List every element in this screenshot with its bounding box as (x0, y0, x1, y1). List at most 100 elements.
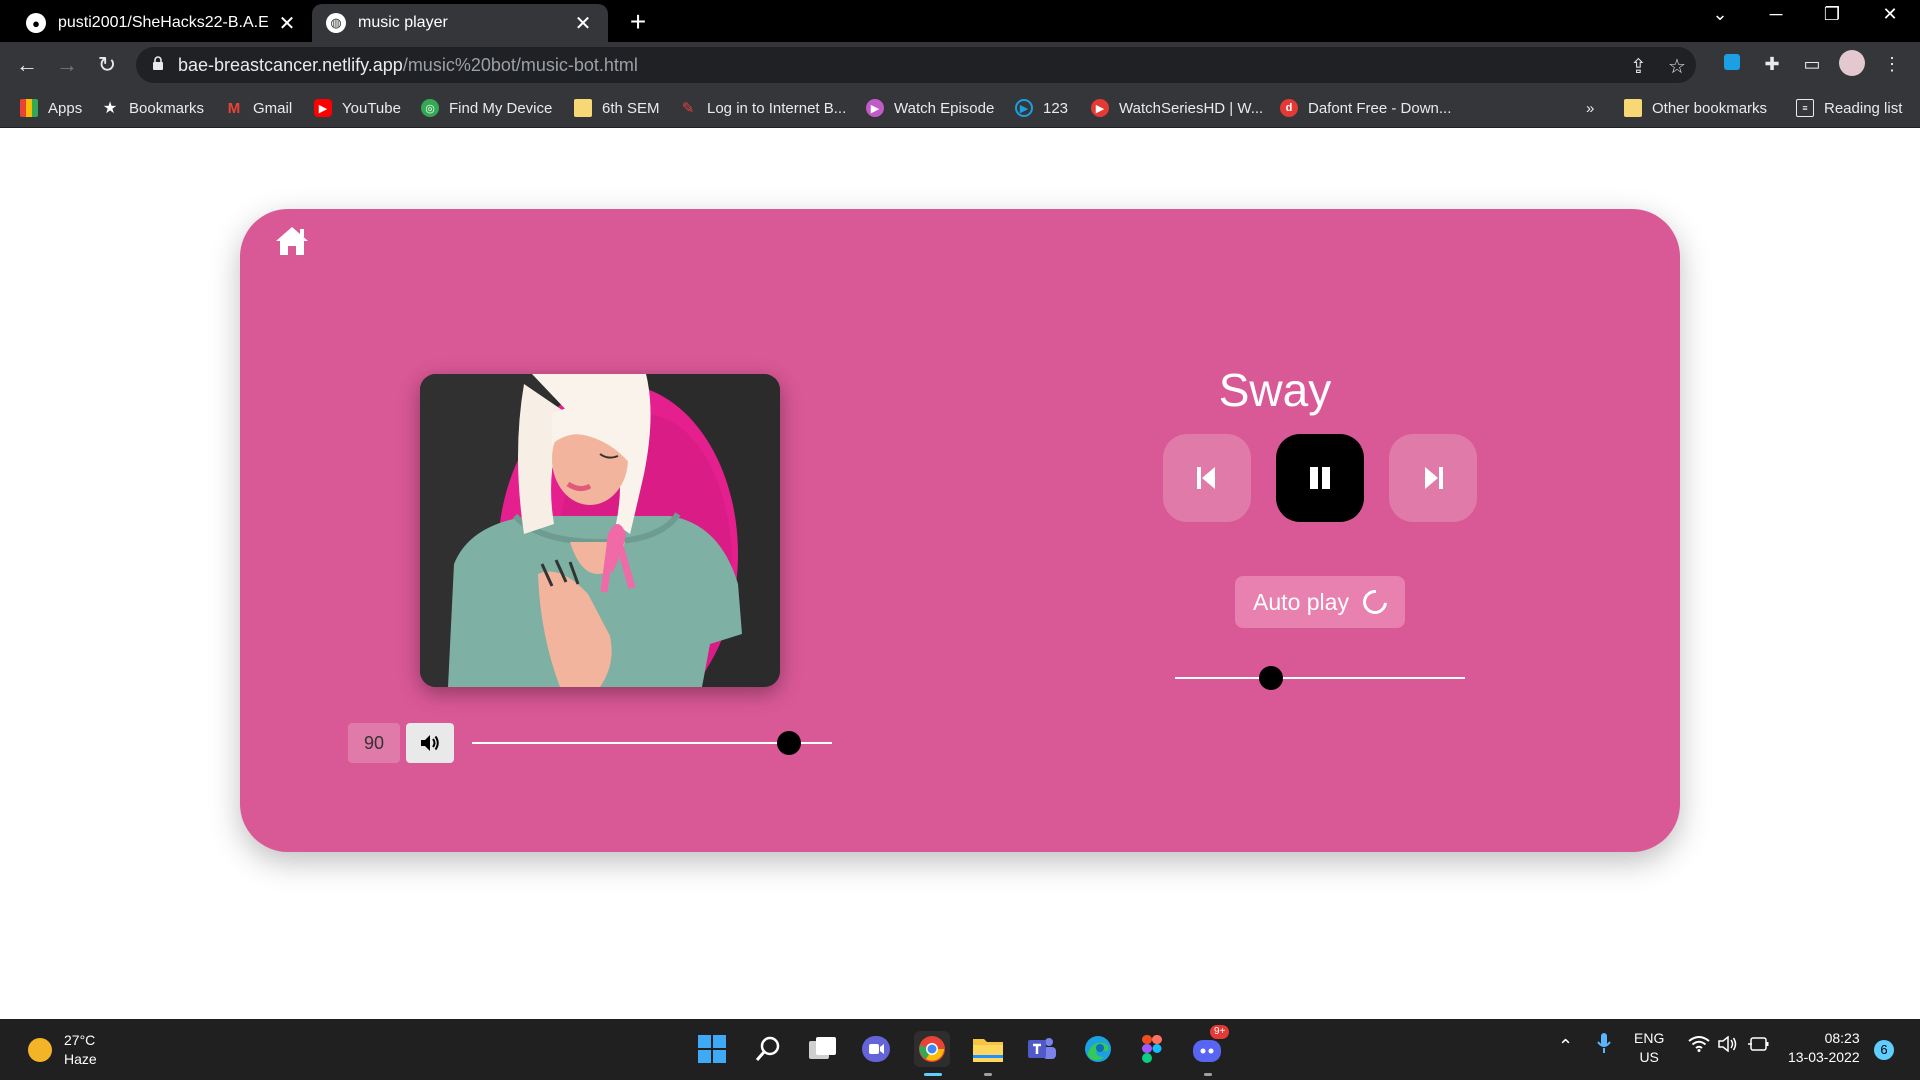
close-icon[interactable]: ✕ (572, 11, 594, 36)
autoplay-button[interactable]: Auto play (1235, 576, 1405, 628)
close-window-button[interactable]: ✕ (1870, 4, 1910, 25)
volume-button[interactable] (406, 723, 454, 763)
globe-icon: ◍ (326, 13, 346, 33)
chrome-icon[interactable] (914, 1031, 950, 1067)
sun-icon (28, 1038, 52, 1062)
album-art (420, 374, 780, 687)
tab-music-player[interactable]: ◍ music player ✕ (312, 4, 608, 42)
volume-slider-thumb[interactable] (776, 731, 801, 755)
volume-icon[interactable] (1718, 1035, 1738, 1057)
figma-icon[interactable] (1134, 1031, 1170, 1067)
bookmarks-overflow-button[interactable]: » (1586, 96, 1594, 120)
avatar[interactable] (1838, 50, 1866, 78)
task-view-icon[interactable] (805, 1031, 841, 1067)
tab-title: pusti2001/SheHacks22-B.A.E (58, 14, 269, 31)
browser-titlebar: ● pusti2001/SheHacks22-B.A.E ✕ ◍ music p… (0, 0, 1920, 42)
bookmark-youtube[interactable]: ▶ YouTube (314, 96, 401, 120)
apps-grid-icon (20, 99, 38, 117)
bookmark-gmail[interactable]: M Gmail (225, 96, 292, 120)
chevron-up-icon[interactable]: ⌃ (1558, 1037, 1573, 1056)
find-device-icon: ◎ (421, 99, 439, 117)
extension-icon[interactable] (1718, 50, 1746, 78)
temperature: 27°C (64, 1032, 96, 1048)
next-button[interactable] (1389, 434, 1477, 522)
song-title: Sway (1218, 364, 1332, 416)
folder-icon (1624, 99, 1642, 117)
music-player-card: 90 Sway Auto play (240, 209, 1680, 852)
pause-button[interactable] (1276, 434, 1364, 522)
bookmark-watchserieshd[interactable]: ▶ WatchSeriesHD | W... (1091, 96, 1263, 120)
volume-value: 90 (348, 723, 400, 763)
play-circle-icon: ▶ (1015, 99, 1033, 117)
running-app-indicator (1204, 1073, 1212, 1076)
restore-button[interactable]: ❐ (1812, 4, 1852, 25)
lock-icon (153, 56, 163, 70)
loading-ring-icon (1358, 585, 1392, 619)
bookmark-other-bookmarks[interactable]: Other bookmarks (1624, 96, 1767, 120)
reading-list-icon: ≡ (1796, 99, 1814, 117)
play-icon: ▶ (1091, 99, 1109, 117)
star-icon[interactable]: ☆ (1668, 54, 1686, 79)
star-icon: ★ (102, 100, 118, 117)
page-content: 90 Sway Auto play (0, 129, 1920, 1019)
gmail-icon: M (227, 99, 241, 117)
battery-icon[interactable] (1748, 1036, 1770, 1057)
puzzle-icon[interactable]: ✚ (1758, 50, 1786, 78)
youtube-icon: ▶ (314, 99, 332, 117)
discord-badge: 9+ (1210, 1025, 1230, 1039)
bookmark-123[interactable]: ▶ 123 (1015, 96, 1068, 120)
share-icon[interactable]: ⇪ (1630, 54, 1647, 79)
bookmark-dafont[interactable]: d Dafont Free - Down... (1280, 96, 1451, 120)
bookmark-bookmarks[interactable]: ★ Bookmarks (101, 96, 204, 120)
wifi-icon[interactable] (1688, 1036, 1710, 1057)
speaker-icon (421, 735, 439, 751)
autoplay-label: Auto play (1253, 588, 1349, 615)
bookmark-6th-sem[interactable]: 6th SEM (574, 96, 660, 120)
clock[interactable]: 08:23 13-03-2022 (1788, 1029, 1860, 1067)
weather-condition: Haze (64, 1051, 97, 1067)
windows-start-icon[interactable] (694, 1031, 730, 1067)
dafont-icon: d (1280, 99, 1298, 117)
tab-github[interactable]: ● pusti2001/SheHacks22-B.A.E ✕ (12, 4, 312, 42)
discord-icon[interactable]: 9+ (1190, 1025, 1230, 1067)
menu-icon[interactable]: ⋮ (1878, 50, 1906, 78)
skip-previous-icon (1197, 467, 1215, 489)
edge-icon[interactable] (1080, 1031, 1116, 1067)
file-explorer-icon[interactable] (970, 1031, 1006, 1067)
folder-icon (574, 99, 592, 117)
home-icon[interactable] (274, 225, 310, 257)
active-app-indicator (924, 1073, 942, 1076)
forward-button[interactable]: → (52, 50, 82, 80)
bookmark-find-my-device[interactable]: ◎ Find My Device (421, 96, 552, 120)
running-app-indicator (984, 1073, 992, 1076)
weather-widget[interactable]: 27°C Haze (28, 1031, 97, 1069)
reading-list-button[interactable]: ≡ Reading list (1796, 96, 1902, 120)
reload-button[interactable]: ↻ (92, 50, 122, 80)
seek-slider-thumb[interactable] (1258, 666, 1283, 690)
new-tab-button[interactable]: + (622, 6, 654, 38)
notification-badge[interactable]: 6 (1874, 1040, 1894, 1060)
github-icon: ● (26, 13, 46, 33)
chat-icon[interactable] (858, 1031, 894, 1067)
cast-icon[interactable]: ▭ (1798, 50, 1826, 78)
bookmark-apps[interactable]: Apps (20, 96, 82, 120)
bookmark-watch-episode[interactable]: ▶ Watch Episode (866, 96, 994, 120)
address-bar[interactable]: bae-breastcancer.netlify.app/music%20bot… (136, 47, 1696, 83)
microphone-icon[interactable] (1596, 1031, 1612, 1060)
url-text: bae-breastcancer.netlify.app/music%20bot… (178, 55, 638, 75)
tab-title: music player (358, 14, 448, 31)
previous-button[interactable] (1163, 434, 1251, 522)
search-icon[interactable] (750, 1031, 786, 1067)
windows-taskbar: 27°C Haze 9+ ⌃ ENG US 08:23 13-03-2022 6 (0, 1019, 1920, 1080)
minimize-button[interactable]: ─ (1756, 4, 1796, 25)
pause-icon (1310, 467, 1330, 489)
teams-icon[interactable] (1024, 1031, 1060, 1067)
close-icon[interactable]: ✕ (276, 11, 298, 36)
tab-search-icon[interactable]: ⌄ (1700, 4, 1740, 25)
back-button[interactable]: ← (12, 50, 42, 80)
bookmark-internet-login[interactable]: ✎ Log in to Internet B... (679, 96, 847, 120)
seek-slider-track[interactable] (1175, 677, 1465, 679)
play-icon: ▶ (866, 99, 884, 117)
language-indicator[interactable]: ENG US (1634, 1029, 1664, 1067)
internet-icon: ✎ (681, 100, 695, 117)
